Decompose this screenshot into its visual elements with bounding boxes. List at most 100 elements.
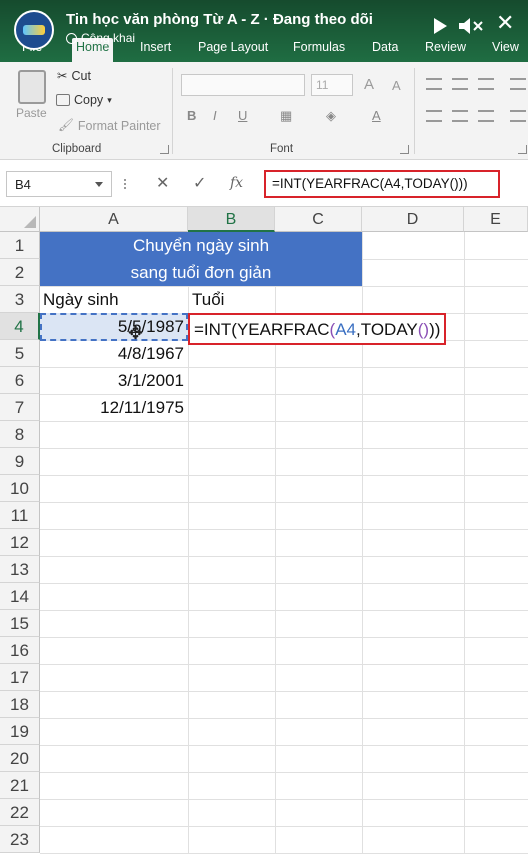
align-right-icon[interactable] bbox=[478, 110, 494, 122]
grid-line bbox=[40, 637, 528, 638]
grid-line bbox=[40, 691, 528, 692]
tab-page-layout[interactable]: Page Layout bbox=[194, 38, 272, 56]
cut-button[interactable]: ✂ Cut bbox=[57, 68, 91, 84]
grid-line bbox=[40, 583, 528, 584]
row-header-7[interactable]: 7 bbox=[0, 394, 40, 421]
borders-icon[interactable]: ▦ bbox=[280, 108, 292, 124]
name-box[interactable]: B4 bbox=[6, 171, 112, 197]
select-all-icon bbox=[24, 216, 36, 228]
column-header-a[interactable]: A bbox=[40, 207, 188, 232]
row-header-1[interactable]: 1 bbox=[0, 232, 40, 259]
cancel-icon[interactable]: ✕ bbox=[156, 173, 169, 193]
row-header-11[interactable]: 11 bbox=[0, 502, 40, 529]
row-header-22[interactable]: 22 bbox=[0, 799, 40, 826]
close-icon[interactable]: ✕ bbox=[496, 12, 514, 34]
globe-icon bbox=[66, 32, 77, 44]
group-divider bbox=[172, 68, 173, 154]
title-line-2: sang tuổi đơn giản bbox=[130, 263, 272, 282]
indent-icon[interactable] bbox=[510, 110, 526, 122]
row-header-10[interactable]: 10 bbox=[0, 475, 40, 502]
font-name-select[interactable] bbox=[181, 74, 305, 96]
cell-a3[interactable]: Ngày sinh bbox=[43, 290, 119, 310]
shrink-font-button[interactable]: A bbox=[392, 78, 401, 93]
enter-icon[interactable]: ✓ bbox=[193, 173, 206, 193]
grid-line bbox=[40, 664, 528, 665]
row-header-18[interactable]: 18 bbox=[0, 691, 40, 718]
logo-icon bbox=[23, 25, 45, 35]
tab-data[interactable]: Data bbox=[368, 38, 402, 56]
play-icon[interactable] bbox=[434, 18, 447, 34]
column-header-e[interactable]: E bbox=[464, 207, 528, 232]
grow-font-button[interactable]: A bbox=[364, 76, 374, 93]
font-size-select[interactable]: 11 bbox=[311, 74, 353, 96]
row-header-14[interactable]: 14 bbox=[0, 583, 40, 610]
select-all-button[interactable] bbox=[0, 207, 40, 232]
tab-formulas[interactable]: Formulas bbox=[289, 38, 349, 56]
underline-button[interactable]: U bbox=[238, 108, 247, 123]
page-title[interactable]: Tin học văn phòng Từ A - Z · Đang theo d… bbox=[66, 11, 373, 28]
tab-view[interactable]: View bbox=[488, 38, 523, 56]
mute-icon[interactable] bbox=[458, 16, 484, 36]
worksheet-grid[interactable]: A B C D E 1 2 3 4 5 6 7 8 9 10 11 12 13 14 15 16 17 18 19 2… bbox=[0, 207, 528, 854]
row-header-3[interactable]: 3 bbox=[0, 286, 40, 313]
row-header-6[interactable]: 6 bbox=[0, 367, 40, 394]
group-divider bbox=[414, 68, 415, 154]
cell-b4-editor[interactable]: =INT(YEARFRAC(A4,TODAY())) bbox=[188, 313, 446, 345]
row-header-13[interactable]: 13 bbox=[0, 556, 40, 583]
grid-line bbox=[40, 610, 528, 611]
align-bottom-icon[interactable] bbox=[478, 78, 494, 90]
alignment-launcher-icon[interactable] bbox=[518, 145, 527, 154]
cell-a5[interactable]: 4/8/1967 bbox=[40, 344, 184, 364]
row-header-12[interactable]: 12 bbox=[0, 529, 40, 556]
row-header-19[interactable]: 19 bbox=[0, 718, 40, 745]
row-header-4[interactable]: 4 bbox=[0, 313, 40, 340]
tab-insert[interactable]: Insert bbox=[136, 38, 175, 56]
paste-button[interactable]: Paste bbox=[16, 106, 47, 120]
orientation-icon[interactable] bbox=[510, 78, 526, 90]
page-avatar[interactable] bbox=[14, 10, 54, 50]
italic-button[interactable]: I bbox=[213, 108, 217, 123]
align-left-icon[interactable] bbox=[426, 110, 442, 122]
move-cursor-icon: ✥ bbox=[128, 323, 144, 343]
tab-review[interactable]: Review bbox=[421, 38, 470, 56]
row-header-5[interactable]: 5 bbox=[0, 340, 40, 367]
cell-a4[interactable]: 5/5/1987 bbox=[40, 317, 184, 337]
row-header-9[interactable]: 9 bbox=[0, 448, 40, 475]
row-header-20[interactable]: 20 bbox=[0, 745, 40, 772]
column-header-d[interactable]: D bbox=[362, 207, 464, 232]
cell-b3[interactable]: Tuổi bbox=[192, 290, 224, 310]
clipboard-launcher-icon[interactable] bbox=[160, 145, 169, 154]
column-header-c[interactable]: C bbox=[275, 207, 362, 232]
format-painter-button[interactable]: 🖌 Format Painter bbox=[58, 118, 161, 133]
row-header-23[interactable]: 23 bbox=[0, 826, 40, 853]
grid-line bbox=[40, 745, 528, 746]
grid-line bbox=[464, 232, 465, 854]
row-header-16[interactable]: 16 bbox=[0, 637, 40, 664]
font-color-button[interactable]: A bbox=[372, 108, 381, 123]
font-launcher-icon[interactable] bbox=[400, 145, 409, 154]
row-header-21[interactable]: 21 bbox=[0, 772, 40, 799]
column-header-b[interactable]: B bbox=[188, 207, 275, 232]
drag-handle[interactable] bbox=[124, 179, 128, 189]
grid-line bbox=[40, 448, 528, 449]
row-header-2[interactable]: 2 bbox=[0, 259, 40, 286]
scissors-icon: ✂ bbox=[57, 69, 68, 83]
row-header-17[interactable]: 17 bbox=[0, 664, 40, 691]
align-center-icon[interactable] bbox=[452, 110, 468, 122]
cell-a6[interactable]: 3/1/2001 bbox=[40, 371, 184, 391]
paste-icon[interactable] bbox=[18, 70, 46, 104]
ribbon-home: Paste ✂ Cut Copy ▾ 🖌 Format Painter Clip… bbox=[0, 62, 528, 160]
grid-line bbox=[40, 556, 528, 557]
row-header-15[interactable]: 15 bbox=[0, 610, 40, 637]
title-line-1: Chuyển ngày sinh bbox=[132, 236, 270, 255]
copy-button[interactable]: Copy ▾ bbox=[56, 93, 112, 107]
fill-color-icon[interactable]: ◈ bbox=[326, 108, 336, 124]
formula-input[interactable]: =INT(YEARFRAC(A4,TODAY())) bbox=[264, 170, 500, 198]
row-header-8[interactable]: 8 bbox=[0, 421, 40, 448]
insert-function-button[interactable]: fx bbox=[230, 175, 243, 191]
align-middle-icon[interactable] bbox=[452, 78, 468, 90]
bold-button[interactable]: B bbox=[187, 108, 196, 123]
align-top-icon[interactable] bbox=[426, 78, 442, 90]
cell-a7[interactable]: 12/11/1975 bbox=[40, 398, 184, 418]
title-cell-a1[interactable]: Chuyển ngày sinh sang tuổi đơn giản bbox=[40, 232, 362, 286]
